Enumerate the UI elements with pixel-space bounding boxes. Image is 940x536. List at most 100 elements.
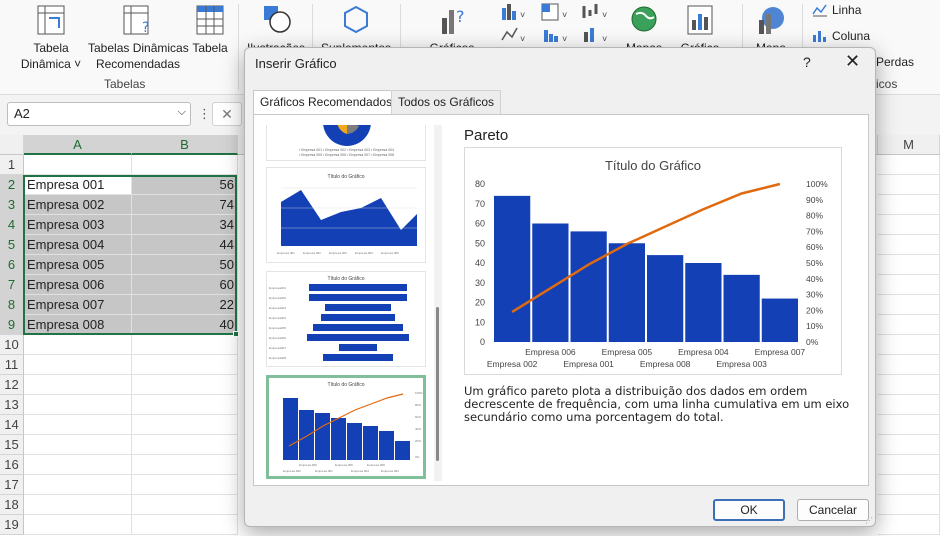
cell-m[interactable] — [878, 355, 940, 375]
chevron-down-icon[interactable]: ⌵ — [178, 106, 186, 119]
thumbnail-area-chart[interactable]: Título do Gráfico Empresa 001 Empresa 002… — [266, 167, 426, 263]
cell-m[interactable] — [878, 415, 940, 435]
help-button[interactable]: ? — [803, 54, 811, 70]
scrollbar-thumb[interactable] — [436, 307, 439, 461]
row-header[interactable]: 3 — [0, 195, 24, 215]
fill-handle[interactable] — [233, 331, 239, 337]
close-icon[interactable]: ✕ — [845, 51, 860, 72]
cell-a[interactable]: Empresa 002 — [24, 195, 132, 215]
cell-m[interactable] — [878, 155, 940, 175]
row-header[interactable]: 19 — [0, 515, 24, 535]
row-header[interactable]: 15 — [0, 435, 24, 455]
row-header[interactable]: 5 — [0, 235, 24, 255]
row-header[interactable]: 14 — [0, 415, 24, 435]
cell-a[interactable]: Empresa 008 — [24, 315, 132, 335]
thumbnail-scrollbar[interactable] — [434, 125, 442, 481]
cell-b[interactable]: 60 — [132, 275, 238, 295]
column-header-a[interactable]: A — [24, 135, 132, 155]
cell-m[interactable] — [878, 515, 940, 535]
cancel-button[interactable]: Cancelar — [797, 499, 869, 521]
cell-m[interactable] — [878, 175, 940, 195]
cell-m[interactable] — [878, 195, 940, 215]
cell-m[interactable] — [878, 375, 940, 395]
cell-b[interactable]: 44 — [132, 235, 238, 255]
cell-b[interactable]: 34 — [132, 215, 238, 235]
sparkline-column-button[interactable]: Coluna — [812, 29, 870, 43]
cell-b[interactable] — [132, 155, 238, 175]
row-header[interactable]: 10 — [0, 335, 24, 355]
cell-m[interactable] — [878, 335, 940, 355]
select-all-corner[interactable] — [0, 135, 24, 155]
cell-b[interactable] — [132, 335, 238, 355]
sparkline-line-button[interactable]: Linha — [812, 3, 861, 17]
cell-a[interactable] — [24, 495, 132, 515]
cell-a[interactable] — [24, 415, 132, 435]
recommended-pivot-button[interactable]: ? Tabelas Dinâmicas Recomendadas — [88, 4, 189, 72]
row-header[interactable]: 11 — [0, 355, 24, 375]
cell-b[interactable] — [132, 395, 238, 415]
cell-m[interactable] — [878, 235, 940, 255]
cell-a[interactable] — [24, 335, 132, 355]
cell-b[interactable] — [132, 455, 238, 475]
cell-a[interactable] — [24, 435, 132, 455]
cell-a[interactable]: Empresa 001 — [24, 175, 132, 195]
tab-recommended-charts[interactable]: Gráficos Recomendados — [253, 90, 400, 114]
row-header[interactable]: 12 — [0, 375, 24, 395]
cell-m[interactable] — [878, 435, 940, 455]
cell-m[interactable] — [878, 295, 940, 315]
cell-a[interactable]: Empresa 006 — [24, 275, 132, 295]
row-header[interactable]: 17 — [0, 475, 24, 495]
row-header[interactable]: 2 — [0, 175, 24, 195]
row-header[interactable]: 16 — [0, 455, 24, 475]
more-options-icon[interactable]: ⋮ — [198, 106, 211, 122]
cell-b[interactable]: 40 — [132, 315, 238, 335]
row-header[interactable]: 7 — [0, 275, 24, 295]
cell-m[interactable] — [878, 275, 940, 295]
cell-b[interactable] — [132, 495, 238, 515]
thumbnail-pie-chart[interactable]: ▪ Empresa 001 ▪ Empresa 002 ▪ Empresa 00… — [266, 125, 426, 161]
cell-b[interactable] — [132, 435, 238, 455]
cell-a[interactable]: Empresa 003 — [24, 215, 132, 235]
cell-b[interactable]: 22 — [132, 295, 238, 315]
cell-b[interactable]: 74 — [132, 195, 238, 215]
resize-grip-icon[interactable]: ⋰ — [865, 516, 873, 525]
tab-all-charts[interactable]: Todos os Gráficos — [391, 90, 502, 114]
sparkline-winloss-button[interactable]: Perdas — [876, 55, 914, 69]
table-button[interactable]: Tabela — [190, 4, 230, 56]
cell-b[interactable] — [132, 475, 238, 495]
cell-b[interactable] — [132, 515, 238, 535]
chart-type-icons[interactable]: ˅ ˅ ˅ ˅ ˅ ˅ — [500, 2, 620, 46]
thumbnail-pareto-chart[interactable]: Título do Gráfico 100% 80% 60% 40% 20% 0… — [266, 375, 426, 479]
pivot-table-button[interactable]: Tabela Dinâmica ˅ — [18, 4, 84, 72]
cell-m[interactable] — [878, 315, 940, 335]
row-header[interactable]: 8 — [0, 295, 24, 315]
cell-b[interactable] — [132, 415, 238, 435]
chart-thumbnail-list[interactable]: ▪ Empresa 001 ▪ Empresa 002 ▪ Empresa 00… — [264, 125, 428, 481]
cell-a[interactable] — [24, 355, 132, 375]
cell-a[interactable]: Empresa 004 — [24, 235, 132, 255]
cell-m[interactable] — [878, 395, 940, 415]
row-header[interactable]: 4 — [0, 215, 24, 235]
row-header[interactable]: 1 — [0, 155, 24, 175]
cell-a[interactable] — [24, 395, 132, 415]
column-header-b[interactable]: B — [132, 135, 238, 155]
cell-b[interactable]: 56 — [132, 175, 238, 195]
row-header[interactable]: 13 — [0, 395, 24, 415]
cell-a[interactable] — [24, 155, 132, 175]
cell-m[interactable] — [878, 495, 940, 515]
cell-a[interactable]: Empresa 007 — [24, 295, 132, 315]
cell-a[interactable] — [24, 375, 132, 395]
cell-a[interactable]: Empresa 005 — [24, 255, 132, 275]
cell-b[interactable] — [132, 355, 238, 375]
cell-m[interactable] — [878, 215, 940, 235]
cell-a[interactable] — [24, 455, 132, 475]
cell-m[interactable] — [878, 255, 940, 275]
cell-a[interactable] — [24, 515, 132, 535]
row-header[interactable]: 9 — [0, 315, 24, 335]
cell-m[interactable] — [878, 455, 940, 475]
cell-m[interactable] — [878, 475, 940, 495]
cell-b[interactable] — [132, 375, 238, 395]
ok-button[interactable]: OK — [713, 499, 785, 521]
row-header[interactable]: 6 — [0, 255, 24, 275]
column-header-m[interactable]: M — [878, 135, 940, 155]
